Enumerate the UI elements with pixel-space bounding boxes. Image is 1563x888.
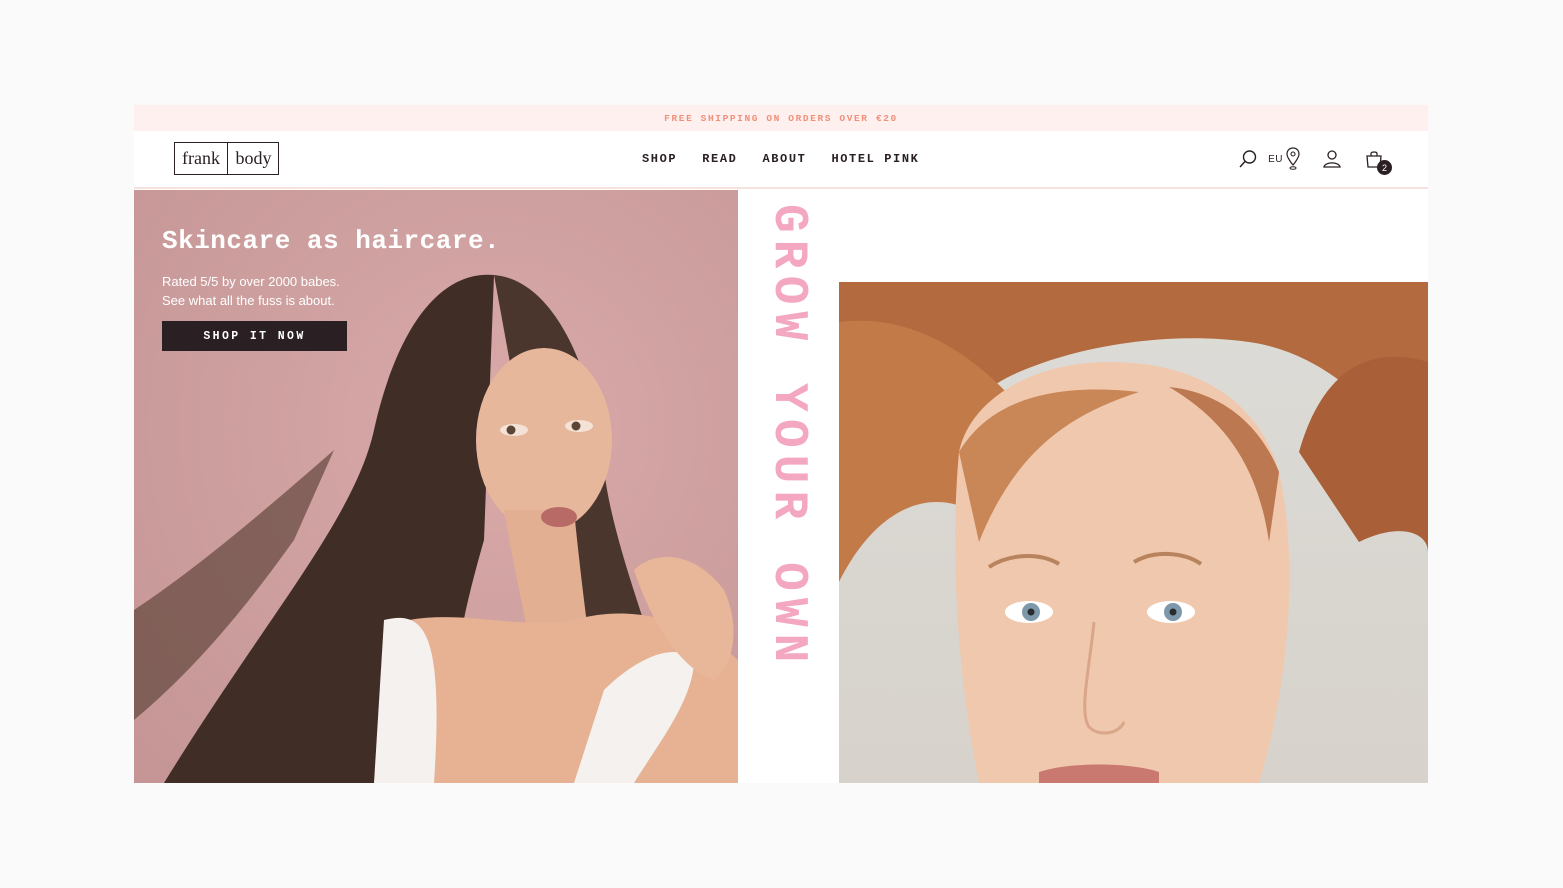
user-icon[interactable] <box>1322 149 1342 169</box>
vertical-tagline-column: GROW YOUR OWN <box>738 190 839 783</box>
vertical-tagline: GROW YOUR OWN <box>761 204 815 670</box>
nav-shop[interactable]: SHOP <box>642 152 677 166</box>
promo-bar: FREE SHIPPING ON ORDERS OVER €20 <box>134 105 1428 131</box>
logo-word-right: body <box>235 148 272 168</box>
nav-hotel-pink[interactable]: HOTEL PINK <box>831 152 919 166</box>
site-header: frank body SHOP READ ABOUT HOTEL PINK EU… <box>134 131 1428 189</box>
hero-subtitle-line-1: Rated 5/5 by over 2000 babes. <box>162 274 340 289</box>
shopping-bag-icon[interactable]: 2 <box>1364 149 1392 175</box>
main-nav: SHOP READ ABOUT HOTEL PINK <box>642 131 919 187</box>
page-frame: FREE SHIPPING ON ORDERS OVER €20 frank b… <box>134 105 1428 783</box>
model-illustration-right <box>839 282 1428 783</box>
promo-text: FREE SHIPPING ON ORDERS OVER €20 <box>664 112 898 124</box>
location-pin-icon[interactable] <box>1286 147 1300 171</box>
hero-subtitle: Rated 5/5 by over 2000 babes. See what a… <box>162 272 422 310</box>
region-label[interactable]: EU <box>1268 154 1283 165</box>
cart-count-badge: 2 <box>1377 160 1392 175</box>
nav-about[interactable]: ABOUT <box>762 152 806 166</box>
logo-word-left: frank <box>182 148 220 168</box>
shop-it-now-button[interactable]: SHOP IT NOW <box>162 321 347 351</box>
nav-read[interactable]: READ <box>702 152 737 166</box>
hero-title: Skincare as haircare. <box>162 226 501 256</box>
hero-right-panel <box>839 282 1428 783</box>
hero-subtitle-line-2: See what all the fuss is about. <box>162 293 335 308</box>
header-icons: EU 2 <box>1238 131 1392 187</box>
hero-left-panel: Skincare as haircare. Rated 5/5 by over … <box>134 190 738 783</box>
brand-logo[interactable]: frank body <box>174 142 280 175</box>
search-icon[interactable] <box>1238 149 1258 169</box>
